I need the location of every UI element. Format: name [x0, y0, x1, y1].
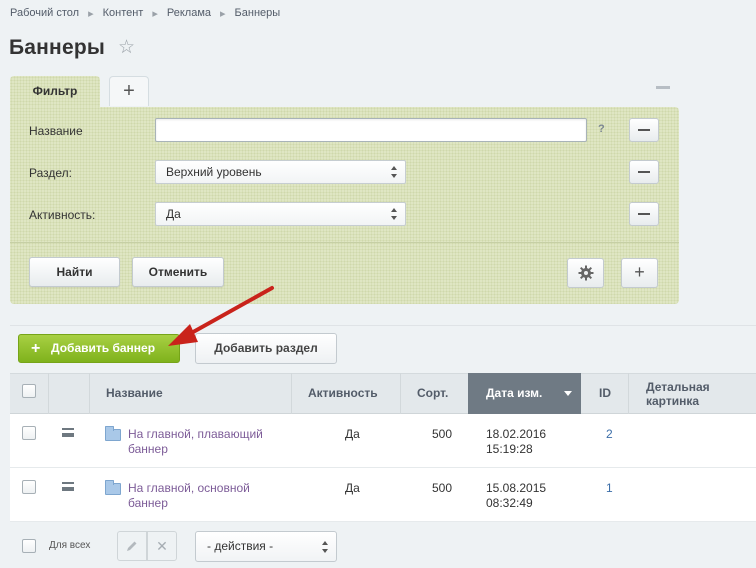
pencil-icon	[127, 541, 137, 551]
select-arrows-icon	[391, 208, 397, 220]
plus-icon: +	[31, 340, 41, 357]
column-separator	[400, 373, 401, 414]
row-menu-icon[interactable]	[62, 482, 74, 491]
collapse-filter-icon[interactable]	[656, 86, 670, 89]
page-title: Баннеры	[9, 36, 105, 59]
tab-filter[interactable]: Фильтр	[10, 76, 100, 108]
breadcrumb-item-desktop[interactable]: Рабочий стол	[10, 7, 79, 19]
row-checkbox[interactable]	[22, 426, 36, 440]
filter-active-value: Да	[166, 207, 181, 221]
sort-desc-icon	[564, 391, 572, 396]
column-separator	[628, 373, 629, 414]
row-sort: 500	[432, 481, 453, 495]
row-date-day: 18.02.2016	[486, 427, 547, 441]
row-active: Да	[345, 481, 360, 495]
row-name-line2: баннер	[128, 442, 168, 456]
column-header-picture-line1: Детальная	[646, 380, 710, 394]
row-date: 18.02.2016 15:19:28	[486, 427, 546, 457]
row-id-link[interactable]: 1	[606, 481, 613, 495]
breadcrumb-separator-icon: ▸	[88, 7, 94, 20]
breadcrumb-item-advertising[interactable]: Реклама	[167, 7, 211, 19]
row-active: Да	[345, 427, 360, 441]
filter-settings-button[interactable]	[567, 258, 604, 288]
add-filter-field-button[interactable]: +	[621, 258, 658, 288]
apply-to-all-checkbox[interactable]	[22, 539, 36, 553]
table-row[interactable]	[10, 468, 756, 522]
row-menu-icon[interactable]	[62, 428, 74, 437]
filter-section-select[interactable]: Верхний уровень	[155, 160, 406, 184]
filter-name-input[interactable]	[155, 118, 587, 142]
remove-name-field-button[interactable]	[629, 118, 659, 142]
help-icon[interactable]: ?	[598, 123, 605, 135]
filter-active-label: Активность:	[29, 208, 96, 222]
close-icon: ✕	[156, 538, 168, 554]
row-date: 15.08.2015 08:32:49	[486, 481, 546, 511]
row-name-line1: На главной, основной	[128, 481, 250, 495]
row-name-link[interactable]: На главной, основной баннер	[128, 481, 250, 511]
select-arrows-icon	[322, 541, 328, 553]
row-date-time: 08:32:49	[486, 496, 533, 510]
row-date-time: 15:19:28	[486, 442, 533, 456]
breadcrumb-separator-icon: ▸	[152, 7, 158, 20]
breadcrumb-separator-icon: ▸	[220, 7, 226, 20]
folder-icon	[105, 426, 121, 441]
folder-icon	[105, 480, 121, 495]
annotation-arrow-icon	[168, 286, 274, 346]
remove-active-field-button[interactable]	[629, 202, 659, 226]
apply-to-all-label: Для всех	[49, 540, 91, 551]
column-separator	[89, 373, 90, 414]
gear-icon	[578, 265, 593, 281]
filter-section-label: Раздел:	[29, 166, 72, 180]
row-name-link[interactable]: На главной, плавающий баннер	[128, 427, 263, 457]
column-header-picture-line2: картинка	[646, 394, 700, 408]
table-row[interactable]	[10, 414, 756, 468]
actions-select-value: - действия -	[207, 539, 274, 553]
select-all-checkbox[interactable]	[22, 384, 36, 398]
filter-active-select[interactable]: Да	[155, 202, 406, 226]
add-banner-label: Добавить баннер	[51, 341, 156, 355]
star-icon[interactable]: ☆	[118, 38, 138, 58]
column-separator	[291, 373, 292, 414]
delete-selected-button[interactable]: ✕	[147, 531, 177, 561]
row-sort: 500	[432, 427, 453, 441]
breadcrumb: Рабочий стол ▸ Контент ▸ Реклама ▸ Банне…	[10, 6, 280, 20]
remove-section-field-button[interactable]	[629, 160, 659, 184]
breadcrumb-item-banners[interactable]: Баннеры	[235, 7, 281, 19]
row-name-line2: баннер	[128, 496, 168, 510]
breadcrumb-item-content[interactable]: Контент	[103, 7, 144, 19]
add-filter-tab-button[interactable]: +	[109, 76, 149, 106]
filter-name-label: Название	[29, 124, 83, 138]
find-button[interactable]: Найти	[29, 257, 120, 287]
row-date-day: 15.08.2015	[486, 481, 547, 495]
add-banner-button[interactable]: + Добавить баннер	[18, 334, 180, 363]
filter-divider	[10, 242, 679, 243]
actions-select[interactable]: - действия -	[195, 531, 337, 562]
row-id-link[interactable]: 2	[606, 427, 613, 441]
filter-section-value: Верхний уровень	[166, 165, 262, 179]
column-separator	[48, 373, 49, 414]
row-name-line1: На главной, плавающий	[128, 427, 263, 441]
column-header-date-label: Дата изм.	[486, 386, 543, 400]
row-checkbox[interactable]	[22, 480, 36, 494]
select-arrows-icon	[391, 166, 397, 178]
edit-selected-button[interactable]	[117, 531, 147, 561]
